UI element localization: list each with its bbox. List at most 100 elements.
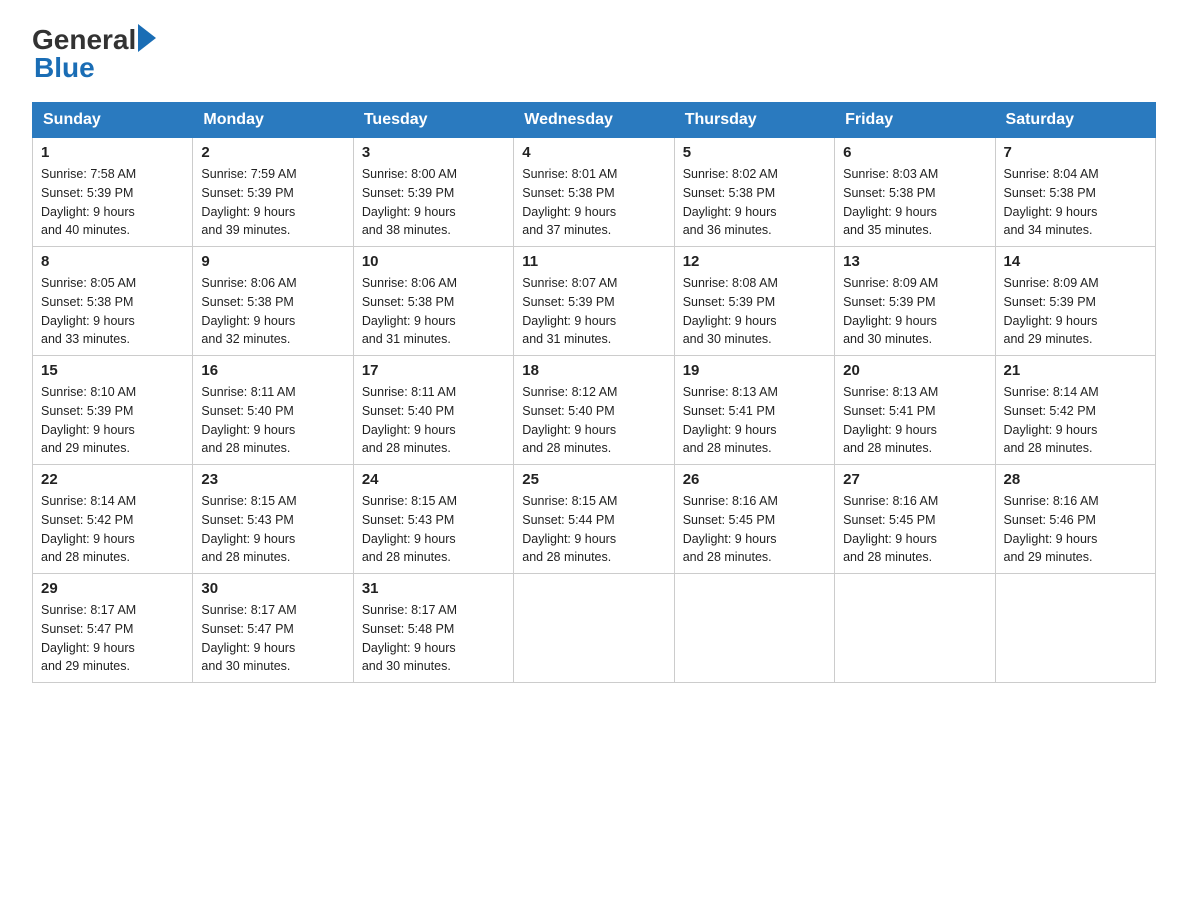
calendar-cell: 5 Sunrise: 8:02 AMSunset: 5:38 PMDaylight… xyxy=(674,138,834,247)
calendar-cell xyxy=(514,574,674,683)
calendar-cell: 2 Sunrise: 7:59 AMSunset: 5:39 PMDaylight… xyxy=(193,138,353,247)
day-number: 18 xyxy=(522,362,665,379)
calendar-cell: 17Sunrise: 8:11 AMSunset: 5:40 PMDayligh… xyxy=(353,356,513,465)
calendar-week-4: 22Sunrise: 8:14 AMSunset: 5:42 PMDayligh… xyxy=(33,465,1156,574)
calendar-cell: 19 Sunrise: 8:13 AMSunset: 5:41 PMDayligh… xyxy=(674,356,834,465)
calendar-cell: 3 Sunrise: 8:00 AMSunset: 5:39 PMDaylight… xyxy=(353,138,513,247)
day-info: Sunrise: 8:17 AMSunset: 5:47 PMDaylight:… xyxy=(201,601,344,676)
calendar-cell: 29 Sunrise: 8:17 AMSunset: 5:47 PMDayligh… xyxy=(33,574,193,683)
day-info: Sunrise: 8:03 AMSunset: 5:38 PMDaylight:… xyxy=(843,165,986,240)
calendar-cell: 7 Sunrise: 8:04 AMSunset: 5:38 PMDaylight… xyxy=(995,138,1155,247)
calendar-cell: 1 Sunrise: 7:58 AMSunset: 5:39 PMDaylight… xyxy=(33,138,193,247)
day-info: Sunrise: 8:15 AMSunset: 5:44 PMDaylight:… xyxy=(522,492,665,567)
calendar-cell: 21Sunrise: 8:14 AMSunset: 5:42 PMDayligh… xyxy=(995,356,1155,465)
day-info: Sunrise: 8:17 AMSunset: 5:47 PMDaylight:… xyxy=(41,601,184,676)
calendar-body: 1 Sunrise: 7:58 AMSunset: 5:39 PMDaylight… xyxy=(33,138,1156,683)
calendar-cell: 20 Sunrise: 8:13 AMSunset: 5:41 PMDayligh… xyxy=(835,356,995,465)
day-number: 10 xyxy=(362,253,505,270)
calendar-cell: 11 Sunrise: 8:07 AMSunset: 5:39 PMDayligh… xyxy=(514,247,674,356)
header-cell-tuesday: Tuesday xyxy=(353,103,513,138)
calendar-cell: 24 Sunrise: 8:15 AMSunset: 5:43 PMDayligh… xyxy=(353,465,513,574)
day-number: 15 xyxy=(41,362,184,379)
calendar-cell: 6 Sunrise: 8:03 AMSunset: 5:38 PMDaylight… xyxy=(835,138,995,247)
day-info: Sunrise: 8:06 AMSunset: 5:38 PMDaylight:… xyxy=(201,274,344,349)
calendar-week-5: 29 Sunrise: 8:17 AMSunset: 5:47 PMDayligh… xyxy=(33,574,1156,683)
day-info: Sunrise: 8:15 AMSunset: 5:43 PMDaylight:… xyxy=(362,492,505,567)
calendar-cell: 10 Sunrise: 8:06 AMSunset: 5:38 PMDayligh… xyxy=(353,247,513,356)
day-number: 16 xyxy=(201,362,344,379)
page-header: General Blue xyxy=(32,24,1156,84)
day-info: Sunrise: 8:00 AMSunset: 5:39 PMDaylight:… xyxy=(362,165,505,240)
calendar-cell: 18 Sunrise: 8:12 AMSunset: 5:40 PMDayligh… xyxy=(514,356,674,465)
calendar-cell: 13Sunrise: 8:09 AMSunset: 5:39 PMDayligh… xyxy=(835,247,995,356)
day-info: Sunrise: 8:04 AMSunset: 5:38 PMDaylight:… xyxy=(1004,165,1147,240)
calendar-cell: 23 Sunrise: 8:15 AMSunset: 5:43 PMDayligh… xyxy=(193,465,353,574)
day-number: 29 xyxy=(41,580,184,597)
calendar-cell: 26 Sunrise: 8:16 AMSunset: 5:45 PMDayligh… xyxy=(674,465,834,574)
calendar-cell: 9 Sunrise: 8:06 AMSunset: 5:38 PMDaylight… xyxy=(193,247,353,356)
calendar-cell: 8Sunrise: 8:05 AMSunset: 5:38 PMDaylight… xyxy=(33,247,193,356)
day-info: Sunrise: 8:13 AMSunset: 5:41 PMDaylight:… xyxy=(683,383,826,458)
day-info: Sunrise: 8:09 AMSunset: 5:39 PMDaylight:… xyxy=(843,274,986,349)
calendar-cell: 27 Sunrise: 8:16 AMSunset: 5:45 PMDayligh… xyxy=(835,465,995,574)
day-info: Sunrise: 8:02 AMSunset: 5:38 PMDaylight:… xyxy=(683,165,826,240)
calendar-cell: 22Sunrise: 8:14 AMSunset: 5:42 PMDayligh… xyxy=(33,465,193,574)
header-cell-thursday: Thursday xyxy=(674,103,834,138)
day-info: Sunrise: 7:59 AMSunset: 5:39 PMDaylight:… xyxy=(201,165,344,240)
day-number: 19 xyxy=(683,362,826,379)
day-info: Sunrise: 8:14 AMSunset: 5:42 PMDaylight:… xyxy=(41,492,184,567)
header-cell-sunday: Sunday xyxy=(33,103,193,138)
day-number: 5 xyxy=(683,144,826,161)
day-number: 30 xyxy=(201,580,344,597)
day-number: 20 xyxy=(843,362,986,379)
day-info: Sunrise: 8:16 AMSunset: 5:46 PMDaylight:… xyxy=(1004,492,1147,567)
day-number: 28 xyxy=(1004,471,1147,488)
day-info: Sunrise: 8:07 AMSunset: 5:39 PMDaylight:… xyxy=(522,274,665,349)
calendar-week-3: 15 Sunrise: 8:10 AMSunset: 5:39 PMDayligh… xyxy=(33,356,1156,465)
day-info: Sunrise: 8:13 AMSunset: 5:41 PMDaylight:… xyxy=(843,383,986,458)
day-info: Sunrise: 8:16 AMSunset: 5:45 PMDaylight:… xyxy=(843,492,986,567)
day-info: Sunrise: 8:10 AMSunset: 5:39 PMDaylight:… xyxy=(41,383,184,458)
day-number: 7 xyxy=(1004,144,1147,161)
day-info: Sunrise: 8:11 AMSunset: 5:40 PMDaylight:… xyxy=(201,383,344,458)
day-info: Sunrise: 8:08 AMSunset: 5:39 PMDaylight:… xyxy=(683,274,826,349)
day-info: Sunrise: 7:58 AMSunset: 5:39 PMDaylight:… xyxy=(41,165,184,240)
calendar-cell: 31Sunrise: 8:17 AMSunset: 5:48 PMDayligh… xyxy=(353,574,513,683)
calendar-cell: 4 Sunrise: 8:01 AMSunset: 5:38 PMDaylight… xyxy=(514,138,674,247)
day-number: 9 xyxy=(201,253,344,270)
calendar-cell: 25Sunrise: 8:15 AMSunset: 5:44 PMDayligh… xyxy=(514,465,674,574)
day-number: 3 xyxy=(362,144,505,161)
day-info: Sunrise: 8:15 AMSunset: 5:43 PMDaylight:… xyxy=(201,492,344,567)
day-number: 11 xyxy=(522,253,665,270)
day-number: 26 xyxy=(683,471,826,488)
day-info: Sunrise: 8:01 AMSunset: 5:38 PMDaylight:… xyxy=(522,165,665,240)
day-number: 6 xyxy=(843,144,986,161)
calendar-header: SundayMondayTuesdayWednesdayThursdayFrid… xyxy=(33,103,1156,138)
day-info: Sunrise: 8:17 AMSunset: 5:48 PMDaylight:… xyxy=(362,601,505,676)
day-number: 1 xyxy=(41,144,184,161)
logo-arrow-icon xyxy=(138,24,156,52)
header-cell-friday: Friday xyxy=(835,103,995,138)
day-number: 2 xyxy=(201,144,344,161)
day-number: 8 xyxy=(41,253,184,270)
day-info: Sunrise: 8:12 AMSunset: 5:40 PMDaylight:… xyxy=(522,383,665,458)
calendar-cell xyxy=(995,574,1155,683)
calendar-cell xyxy=(674,574,834,683)
day-info: Sunrise: 8:11 AMSunset: 5:40 PMDaylight:… xyxy=(362,383,505,458)
day-info: Sunrise: 8:14 AMSunset: 5:42 PMDaylight:… xyxy=(1004,383,1147,458)
logo: General Blue xyxy=(32,24,156,84)
header-cell-wednesday: Wednesday xyxy=(514,103,674,138)
day-info: Sunrise: 8:06 AMSunset: 5:38 PMDaylight:… xyxy=(362,274,505,349)
day-number: 4 xyxy=(522,144,665,161)
calendar-cell: 30 Sunrise: 8:17 AMSunset: 5:47 PMDayligh… xyxy=(193,574,353,683)
calendar-cell: 12Sunrise: 8:08 AMSunset: 5:39 PMDayligh… xyxy=(674,247,834,356)
calendar-week-2: 8Sunrise: 8:05 AMSunset: 5:38 PMDaylight… xyxy=(33,247,1156,356)
calendar-cell: 15 Sunrise: 8:10 AMSunset: 5:39 PMDayligh… xyxy=(33,356,193,465)
header-cell-monday: Monday xyxy=(193,103,353,138)
day-number: 27 xyxy=(843,471,986,488)
day-number: 14 xyxy=(1004,253,1147,270)
header-row: SundayMondayTuesdayWednesdayThursdayFrid… xyxy=(33,103,1156,138)
day-info: Sunrise: 8:16 AMSunset: 5:45 PMDaylight:… xyxy=(683,492,826,567)
day-number: 23 xyxy=(201,471,344,488)
day-number: 24 xyxy=(362,471,505,488)
